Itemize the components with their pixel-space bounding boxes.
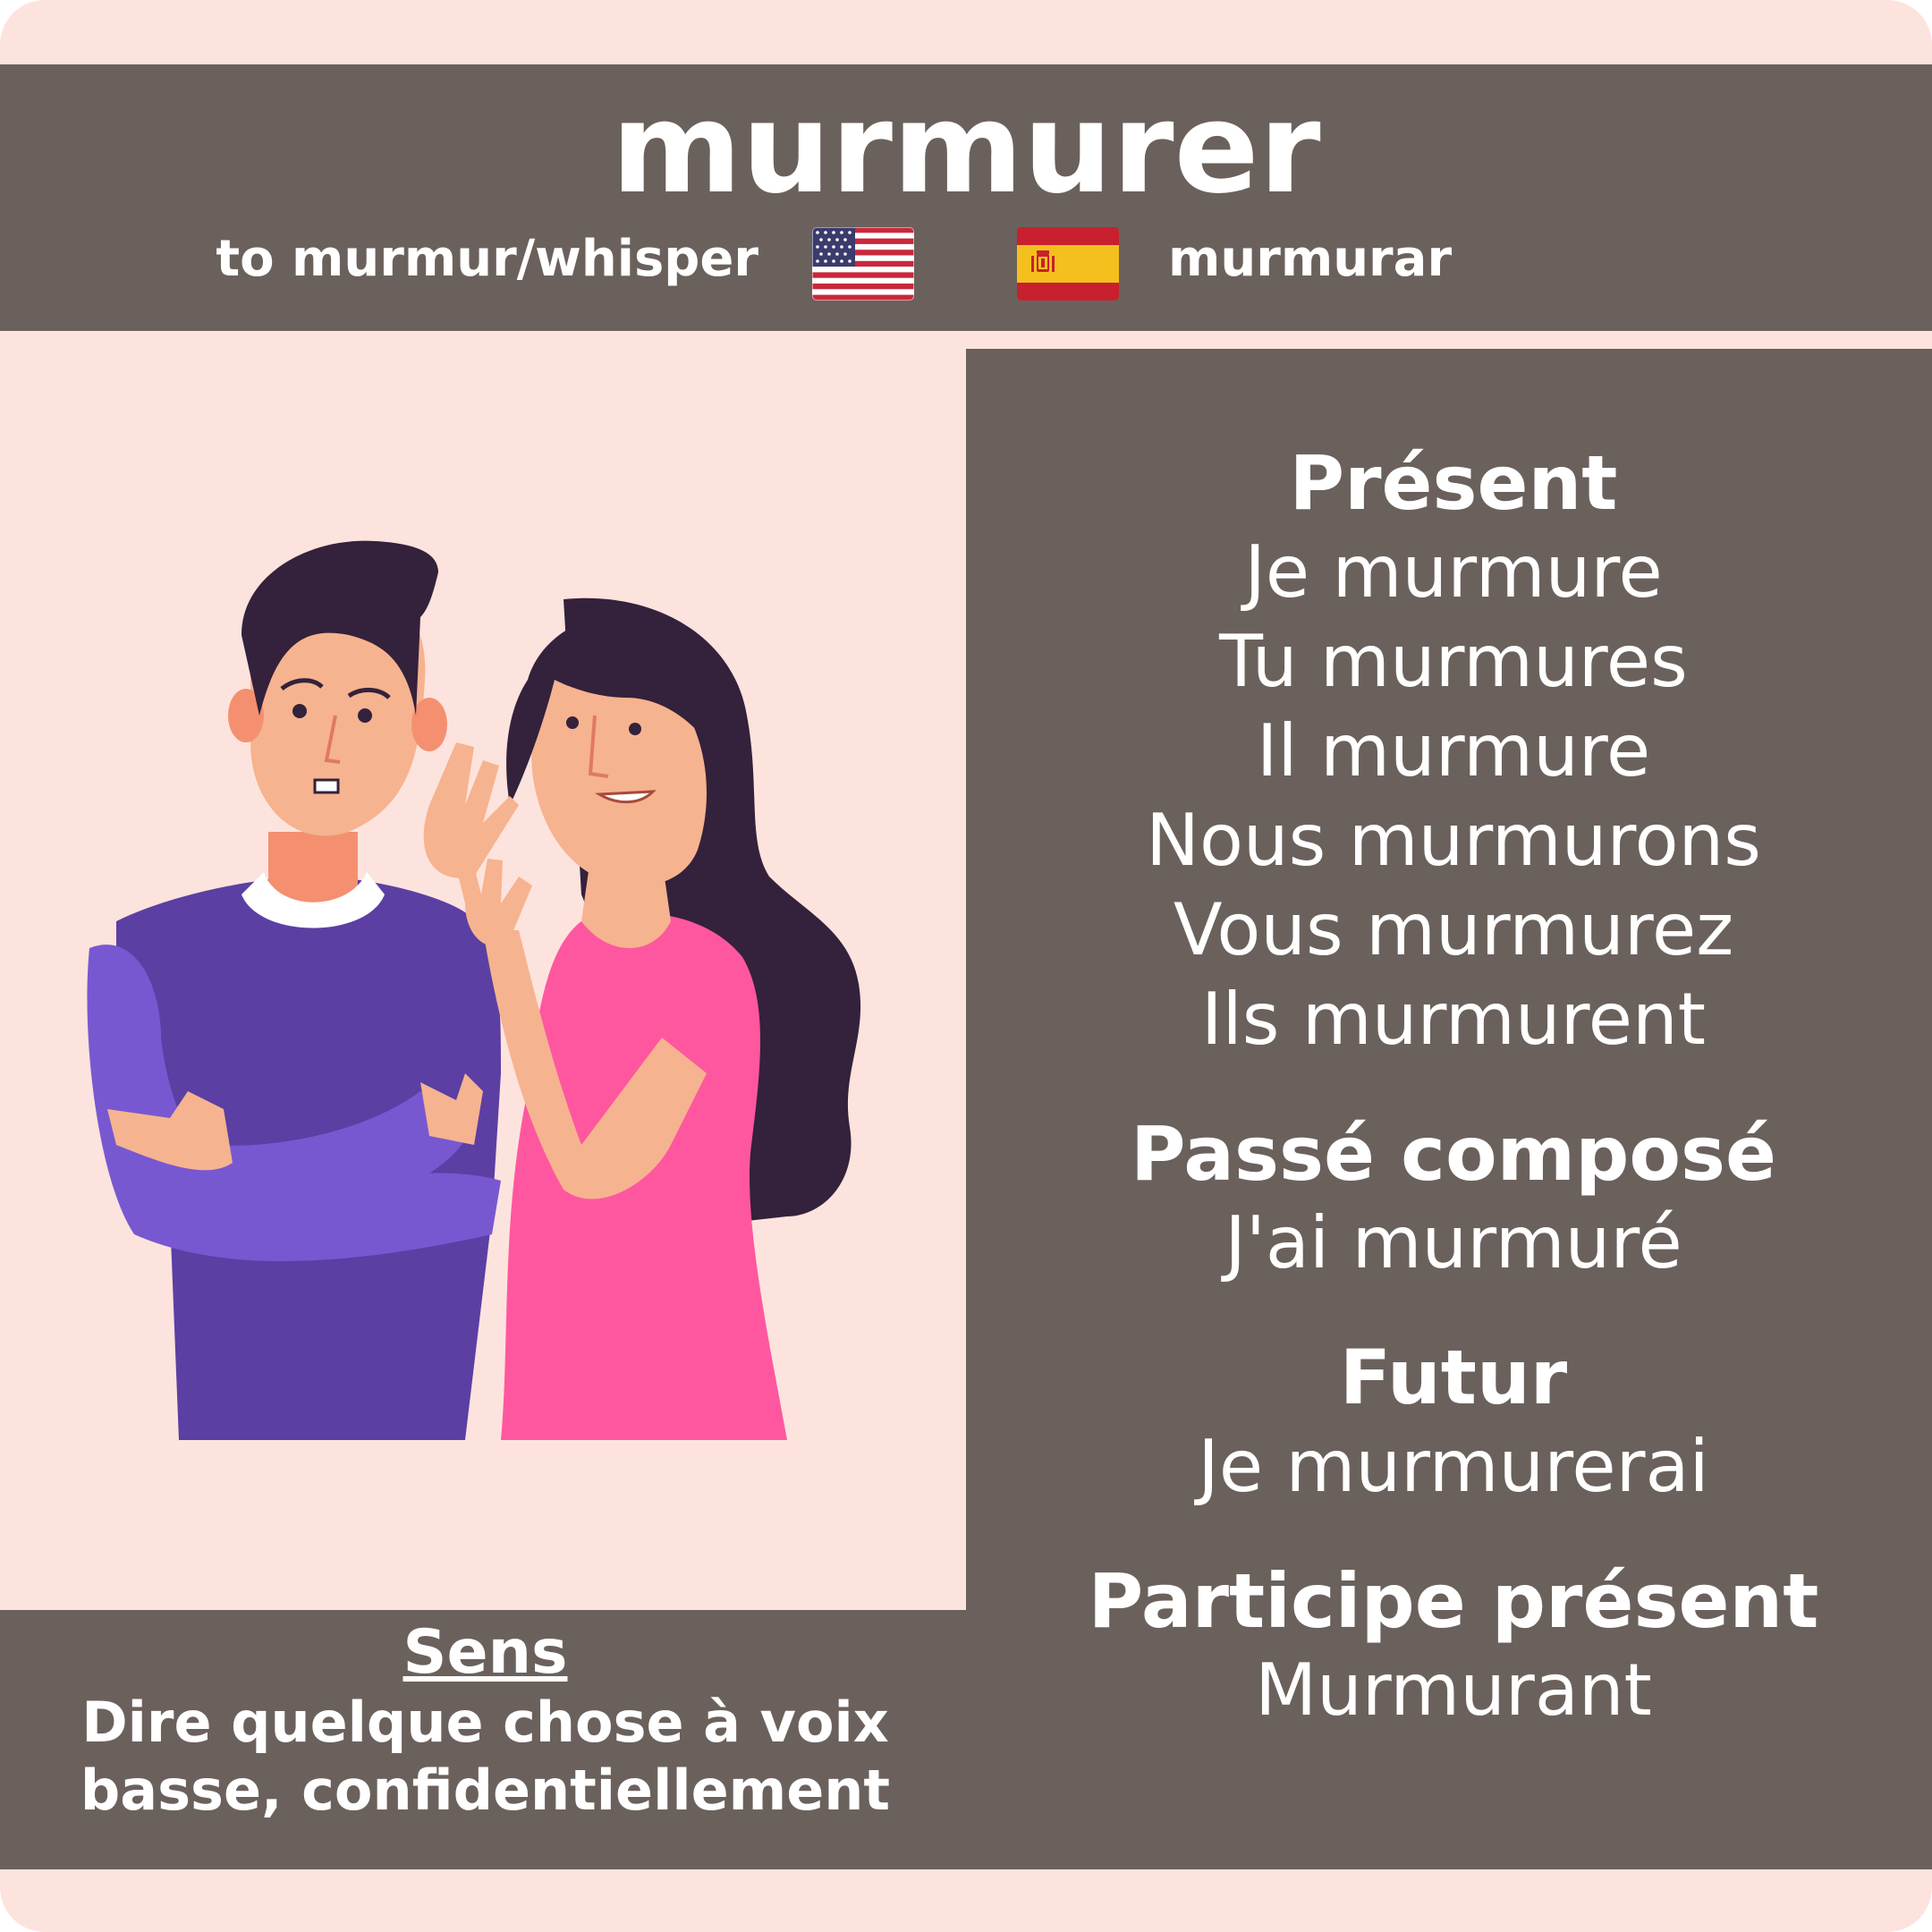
futur-heading: Futur — [1339, 1334, 1568, 1421]
present-form: Vous murmurez — [1173, 888, 1734, 971]
spain-flag-icon — [1017, 227, 1119, 301]
conjugation-list: Présent Je murmure Tu murmures Il murmur… — [993, 438, 1914, 1735]
passe-compose-heading: Passé composé — [1130, 1110, 1777, 1198]
meaning-block: Sens Dire quelque chose à voix basse, co… — [0, 1617, 970, 1825]
present-form: Nous murmurons — [1146, 799, 1761, 882]
futur-form: Je murmurerai — [1198, 1425, 1709, 1508]
spanish-translation: murmurar — [1168, 230, 1453, 288]
english-translation: to murmur/whisper — [216, 230, 758, 288]
us-flag-icon — [812, 227, 914, 301]
man-and-whispering-woman-illustration — [87, 540, 861, 1440]
participe-present-heading: Participe présent — [1088, 1557, 1819, 1645]
present-form: Ils murmurent — [1200, 978, 1707, 1061]
present-form: Je murmure — [1244, 530, 1663, 614]
meaning-heading: Sens — [402, 1617, 568, 1688]
passe-compose-form: J'ai murmuré — [1224, 1201, 1682, 1284]
verb-card: murmurer to murmur/whisper murmurar Prés… — [0, 0, 1932, 1932]
meaning-line: Dire quelque chose à voix — [81, 1690, 889, 1755]
participe-present-form: Murmurant — [1255, 1648, 1652, 1732]
verb-title: murmurer — [611, 76, 1321, 222]
present-heading: Présent — [1289, 439, 1618, 527]
meaning-line: basse, confidentiellement — [80, 1758, 891, 1823]
present-form: Il murmure — [1256, 709, 1651, 792]
present-form: Tu murmures — [1219, 620, 1688, 703]
